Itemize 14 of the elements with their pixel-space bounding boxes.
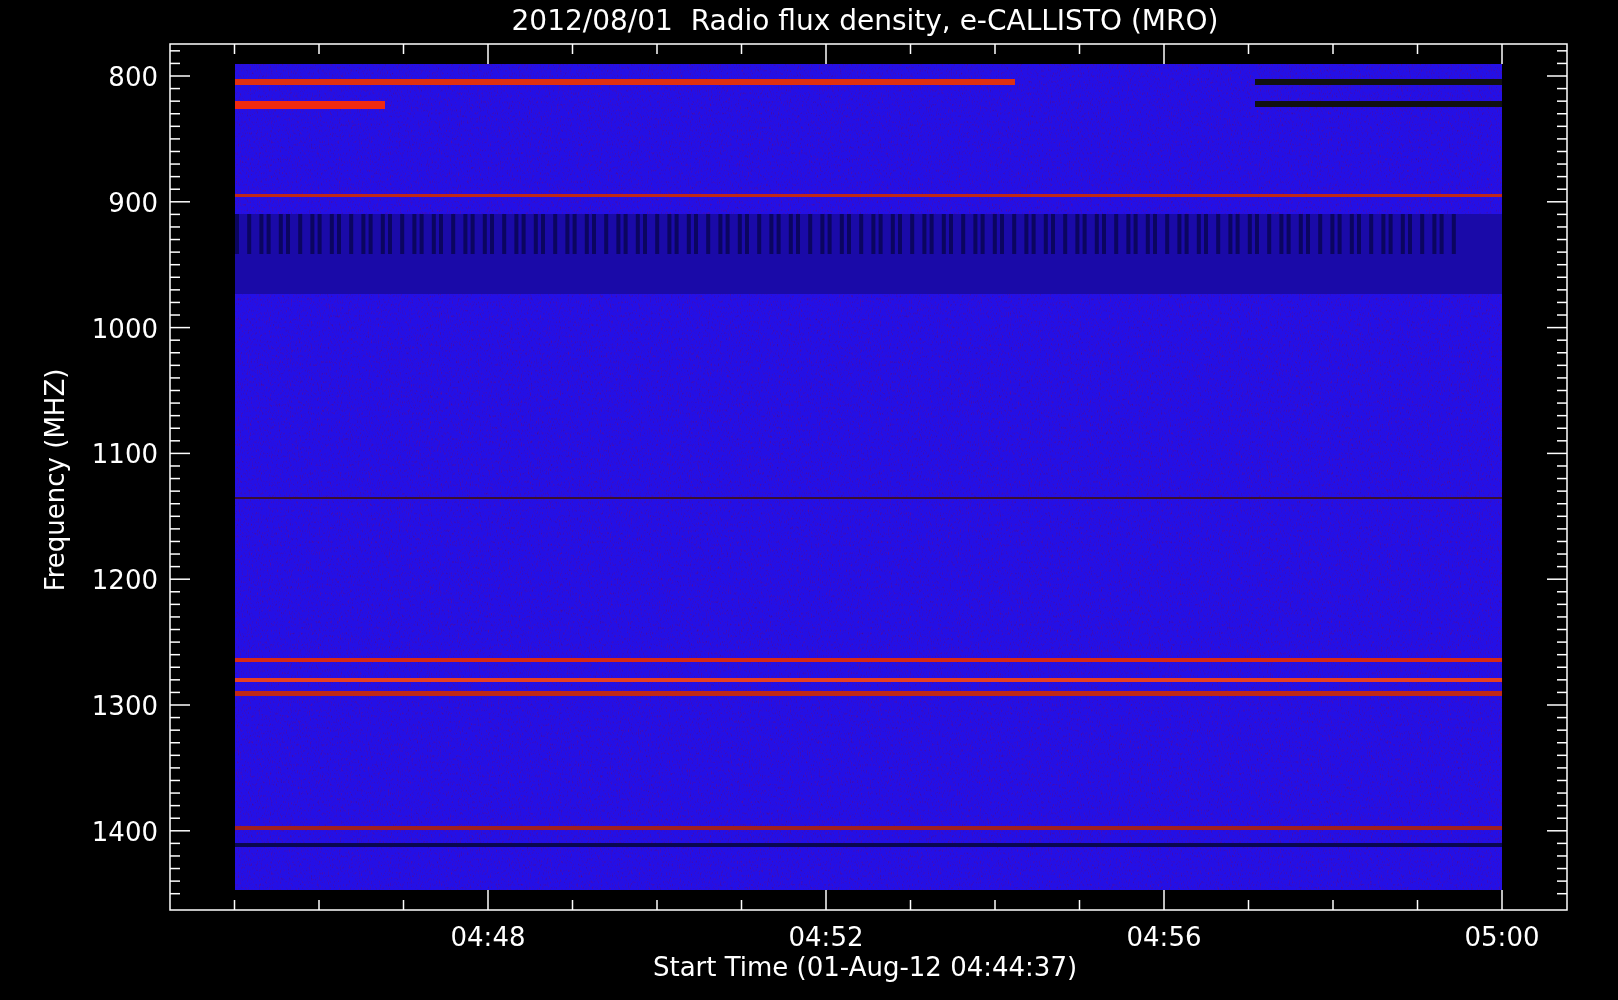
tick-label: 04:56 [1126, 922, 1202, 952]
axis-label: Frequency (MHZ) [40, 368, 70, 592]
tick-label: 800 [108, 62, 158, 92]
tick-label: 1200 [91, 565, 158, 596]
tick-label: 1400 [91, 816, 158, 847]
axis-label: Start Time (01-Aug-12 04:44:37) [652, 952, 1078, 982]
tick-label: 04:52 [788, 922, 864, 952]
tick-label: 1300 [91, 691, 158, 721]
plot-title: 2012/08/01 Radio flux density, e-CALLISTO (MRO) [511, 4, 1219, 37]
tick-label: 900 [108, 187, 158, 218]
tick-label: 1100 [91, 439, 158, 470]
tick-label: 05:00 [1464, 922, 1540, 952]
tick-label: 1000 [91, 313, 158, 344]
tick-label: 04:48 [450, 922, 526, 952]
